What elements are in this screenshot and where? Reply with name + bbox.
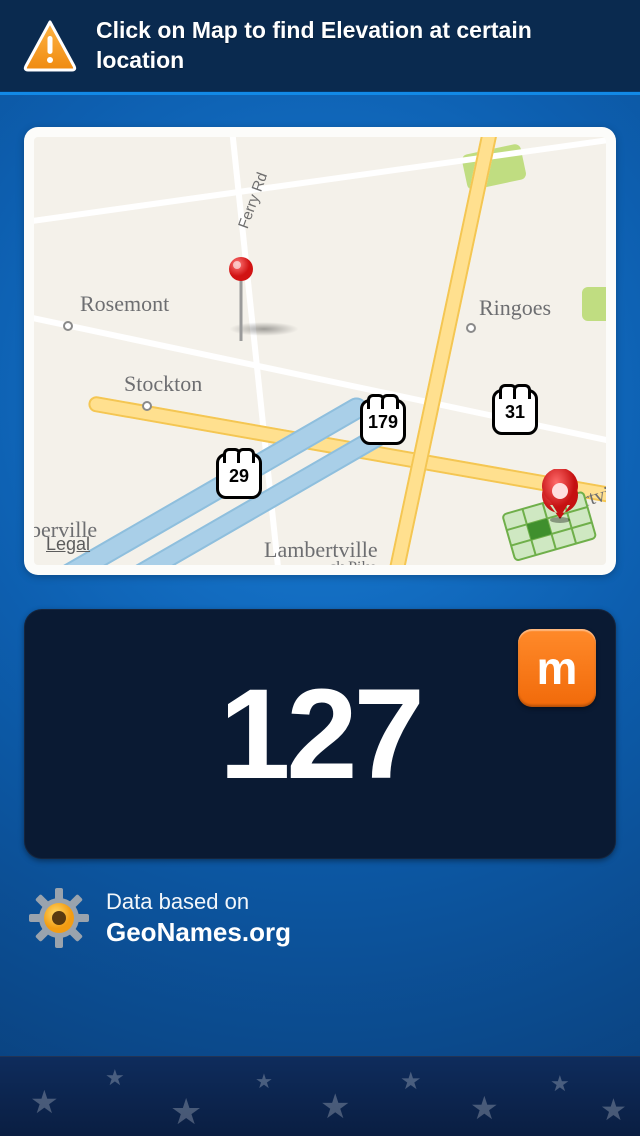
road-ckpike: ck Pike bbox=[329, 559, 377, 565]
city-stockton: Stockton bbox=[124, 371, 202, 397]
attribution-line2: GeoNames.org bbox=[106, 917, 291, 948]
map-viewport[interactable]: Ferry Rd Rosemont Stockton Ringoes Lambe… bbox=[34, 137, 606, 565]
map-card: Ferry Rd Rosemont Stockton Ringoes Lambe… bbox=[24, 127, 616, 575]
attribution-line1: Data based on bbox=[106, 889, 291, 915]
star-icon: ★ bbox=[255, 1069, 273, 1094]
star-icon: ★ bbox=[30, 1083, 59, 1121]
attribution-text: Data based on GeoNames.org bbox=[106, 889, 291, 948]
elevation-value: 127 bbox=[219, 661, 421, 808]
header-bar: Click on Map to find Elevation at certai… bbox=[0, 0, 640, 92]
star-icon: ★ bbox=[170, 1091, 202, 1133]
star-icon: ★ bbox=[400, 1067, 422, 1096]
city-ringoes: Ringoes bbox=[479, 295, 551, 321]
star-icon: ★ bbox=[600, 1093, 627, 1128]
city-rosemont: Rosemont bbox=[80, 291, 169, 317]
footer-band: ★ ★ ★ ★ ★ ★ ★ ★ ★ bbox=[0, 1056, 640, 1136]
warning-icon bbox=[22, 18, 78, 74]
city-dot bbox=[466, 323, 476, 333]
attribution-row: Data based on GeoNames.org bbox=[28, 887, 612, 949]
gear-icon bbox=[28, 887, 90, 949]
park-shape bbox=[582, 287, 606, 321]
city-dot bbox=[142, 401, 152, 411]
elevation-panel: 127 m bbox=[24, 609, 616, 859]
map-road bbox=[34, 137, 606, 229]
locator-icon[interactable] bbox=[490, 469, 600, 561]
legal-link[interactable]: Legal bbox=[46, 534, 90, 555]
city-dot bbox=[63, 321, 73, 331]
star-icon: ★ bbox=[550, 1071, 570, 1097]
star-icon: ★ bbox=[470, 1089, 499, 1127]
route-shield-29: 29 bbox=[216, 453, 262, 499]
route-shield-179: 179 bbox=[360, 399, 406, 445]
unit-toggle-button[interactable]: m bbox=[518, 629, 596, 707]
map-highway bbox=[380, 137, 504, 565]
map-pin-icon bbox=[224, 255, 258, 343]
header-instruction: Click on Map to find Elevation at certai… bbox=[96, 16, 618, 75]
star-icon: ★ bbox=[320, 1087, 350, 1127]
header-divider bbox=[0, 92, 640, 95]
route-shield-31: 31 bbox=[492, 389, 538, 435]
star-icon: ★ bbox=[105, 1065, 125, 1091]
